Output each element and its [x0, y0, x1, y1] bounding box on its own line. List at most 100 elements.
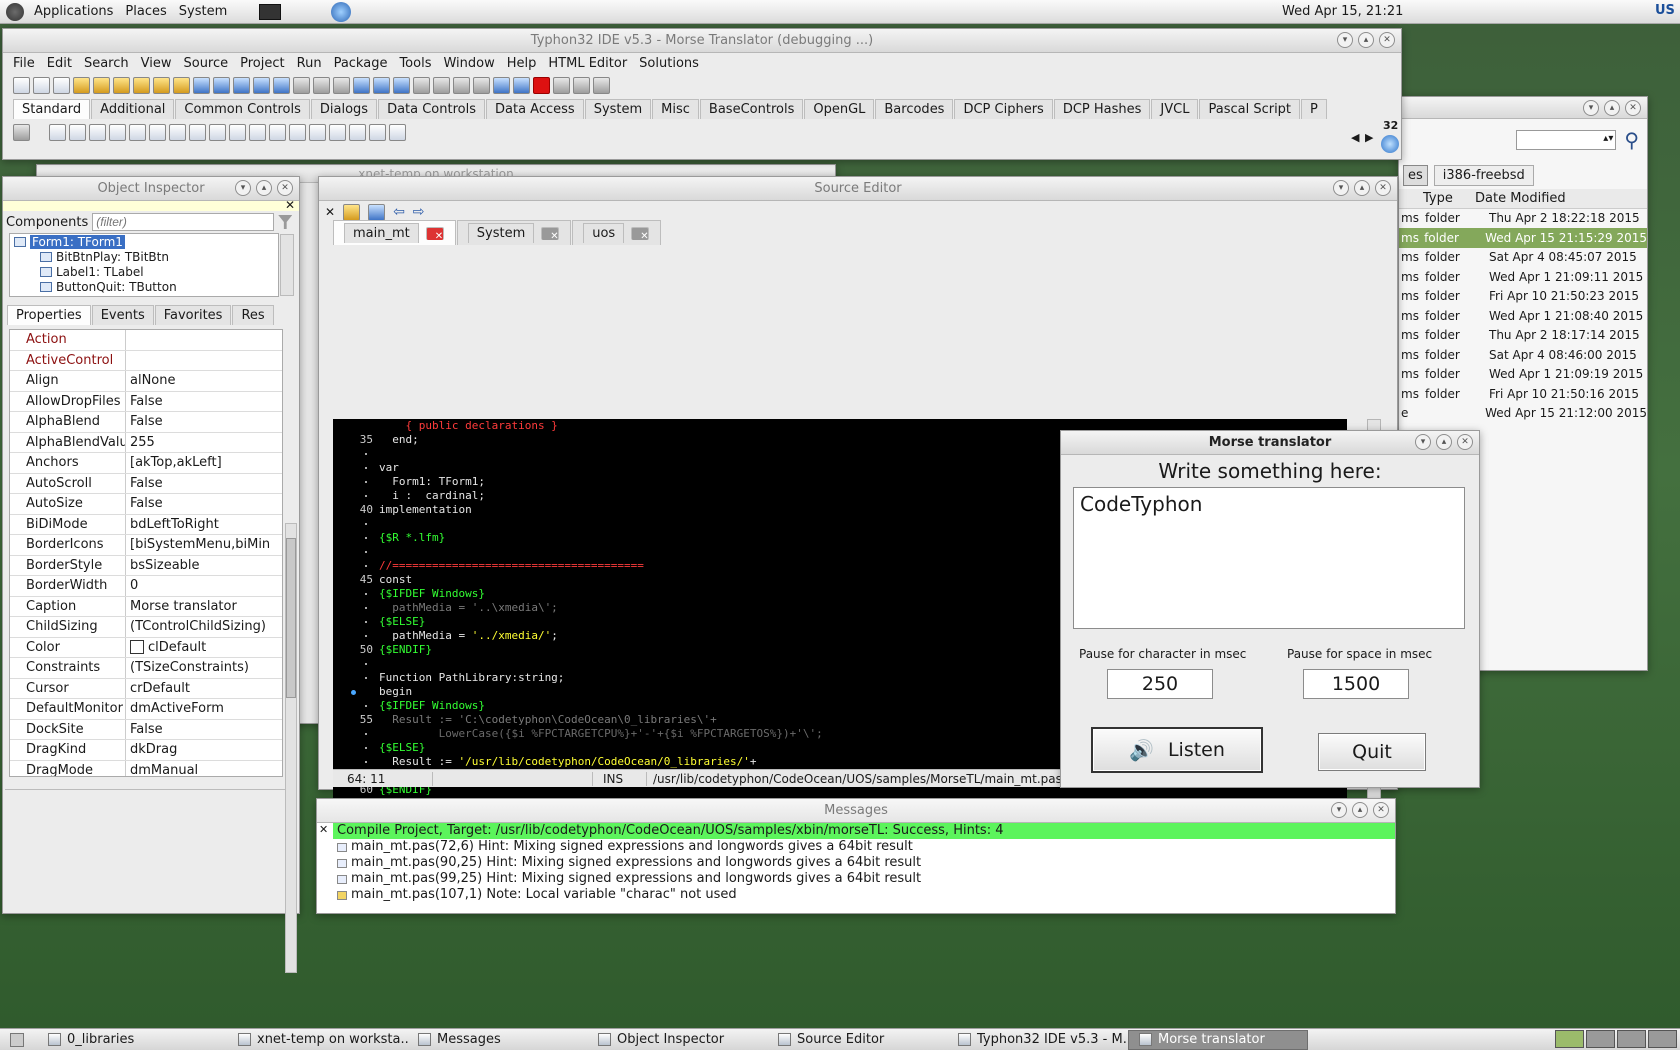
- tree-node[interactable]: Label1: TLabel: [10, 264, 278, 279]
- maximize-icon[interactable]: ▴: [1604, 100, 1620, 116]
- palette-scroll-right-icon[interactable]: ▶: [1365, 131, 1373, 144]
- message-line[interactable]: main_mt.pas(72,6) Hint: Mixing signed ex…: [333, 839, 1395, 855]
- file-row[interactable]: ms folder Thu Apr 2 18:17:14 2015: [1399, 326, 1647, 346]
- show-desktop-icon[interactable]: [10, 1032, 24, 1047]
- menu-file[interactable]: File: [7, 56, 41, 71]
- palette-scroll-left-icon[interactable]: ◀: [1351, 131, 1359, 144]
- menu-system[interactable]: System: [173, 4, 233, 19]
- menu-applications[interactable]: Applications: [28, 4, 119, 19]
- inspector-close-icon[interactable]: ✕: [285, 198, 295, 212]
- property-value[interactable]: False: [126, 394, 282, 409]
- inspector-tab-properties[interactable]: Properties: [7, 305, 91, 325]
- terminal-launcher-icon[interactable]: [259, 3, 282, 20]
- menu-solutions[interactable]: Solutions: [633, 56, 705, 71]
- step-over-icon[interactable]: [573, 76, 590, 94]
- property-value[interactable]: False: [126, 414, 282, 429]
- memo-icon[interactable]: [149, 123, 166, 141]
- property-grid-scrollbar[interactable]: [285, 523, 297, 973]
- property-value[interactable]: dkDrag: [126, 742, 282, 757]
- property-row[interactable]: Cursor crDefault: [10, 678, 282, 699]
- message-line[interactable]: Compile Project, Target: /usr/lib/codety…: [333, 823, 1395, 839]
- morse-text-area[interactable]: CodeTyphon: [1073, 487, 1465, 629]
- listen-button[interactable]: 🔊 Listen: [1091, 727, 1263, 773]
- property-value[interactable]: False: [126, 722, 282, 737]
- close-icon[interactable]: ✕: [1457, 434, 1473, 450]
- save-project-icon[interactable]: [173, 76, 190, 94]
- new-form-icon[interactable]: [33, 76, 50, 94]
- tab-close-icon[interactable]: ✕: [631, 226, 650, 242]
- toggle-form-icon[interactable]: [213, 76, 230, 94]
- frame-icon[interactable]: [369, 123, 386, 141]
- task-morse-translator[interactable]: Morse translator: [1128, 1029, 1308, 1050]
- source-editor-titlebar[interactable]: Source Editor ▾ ▴ ✕: [319, 177, 1397, 201]
- menu-edit[interactable]: Edit: [41, 56, 78, 71]
- close-icon[interactable]: ✕: [1625, 100, 1641, 116]
- property-value[interactable]: dmManual: [126, 763, 282, 776]
- editor-tab-main_mt[interactable]: main_mt ✕: [333, 220, 456, 245]
- edit-icon[interactable]: [129, 123, 146, 141]
- folder-open-icon[interactable]: [343, 203, 361, 221]
- maximize-icon[interactable]: ▴: [1354, 180, 1370, 196]
- menu-window[interactable]: Window: [437, 56, 500, 71]
- palette-tab-p[interactable]: P: [1301, 99, 1327, 119]
- task-source-editor[interactable]: Source Editor: [768, 1030, 948, 1050]
- palette-tab-system[interactable]: System: [584, 99, 652, 119]
- task-0-libraries[interactable]: 0_libraries: [38, 1030, 228, 1050]
- property-value[interactable]: (TControlChildSizing): [126, 619, 282, 634]
- inspector-tab-res[interactable]: Res: [232, 305, 274, 325]
- inspector-tab-events[interactable]: Events: [91, 305, 154, 325]
- maximize-icon[interactable]: ▴: [1436, 434, 1452, 450]
- file-row[interactable]: ms folder Sat Apr 4 08:46:00 2015: [1399, 345, 1647, 365]
- property-value[interactable]: bsSizeable: [126, 558, 282, 573]
- replace-icon[interactable]: [413, 76, 430, 94]
- palette-tab-opengl[interactable]: OpenGL: [804, 99, 875, 119]
- filter-funnel-icon[interactable]: [278, 215, 293, 229]
- file-row[interactable]: ms folder Thu Apr 2 18:22:18 2015: [1399, 209, 1647, 229]
- listbox-icon[interactable]: [229, 123, 246, 141]
- message-line[interactable]: main_mt.pas(99,25) Hint: Mixing signed e…: [333, 871, 1395, 887]
- step-into-icon[interactable]: [553, 76, 570, 94]
- combobox-icon[interactable]: [249, 123, 266, 141]
- palette-tab-misc[interactable]: Misc: [652, 99, 699, 119]
- property-value[interactable]: alNone: [126, 373, 282, 388]
- cut-icon[interactable]: [433, 76, 450, 94]
- toggle-box-icon[interactable]: [169, 123, 186, 141]
- property-value[interactable]: bdLeftToRight: [126, 517, 282, 532]
- view-forms-icon[interactable]: [253, 76, 270, 94]
- save-icon[interactable]: [93, 76, 110, 94]
- components-filter-input[interactable]: [92, 213, 275, 231]
- property-value[interactable]: False: [126, 496, 282, 511]
- menu-tools[interactable]: Tools: [393, 56, 437, 71]
- property-row[interactable]: DragMode dmManual: [10, 760, 282, 776]
- property-row[interactable]: BorderWidth 0: [10, 576, 282, 597]
- editor-tab-system[interactable]: System ✕: [456, 220, 572, 245]
- workspace-3[interactable]: [1617, 1030, 1646, 1048]
- close-icon[interactable]: ✕: [1379, 32, 1395, 48]
- step-out-icon[interactable]: [593, 76, 610, 94]
- menu-search[interactable]: Search: [78, 56, 135, 71]
- property-row[interactable]: DockSite False: [10, 719, 282, 740]
- typhon-launcher-icon[interactable]: [331, 1, 352, 22]
- property-value[interactable]: dmActiveForm: [126, 701, 282, 716]
- copy-icon[interactable]: [453, 76, 470, 94]
- menu-source[interactable]: Source: [177, 56, 234, 71]
- object-inspector-titlebar[interactable]: Object Inspector ▾ ▴ ✕: [3, 177, 299, 201]
- palette-tab-basecontrols[interactable]: BaseControls: [699, 99, 804, 119]
- install-icon[interactable]: [373, 76, 390, 94]
- open-icon[interactable]: [73, 76, 90, 94]
- radio-button-icon[interactable]: [209, 123, 226, 141]
- message-line[interactable]: main_mt.pas(107,1) Note: Local variable …: [333, 887, 1395, 903]
- tree-node[interactable]: BitBtnPlay: TBitBtn: [10, 249, 278, 264]
- property-row[interactable]: AutoScroll False: [10, 473, 282, 494]
- property-row[interactable]: AlphaBlendValue 255: [10, 432, 282, 453]
- new-file-icon[interactable]: [13, 76, 30, 94]
- property-row[interactable]: AlphaBlend False: [10, 412, 282, 433]
- workspace-4[interactable]: [1648, 1030, 1677, 1048]
- project-inspector-icon[interactable]: [193, 76, 210, 94]
- breakpoint-dot-icon[interactable]: [351, 690, 356, 695]
- property-row[interactable]: ActiveControl: [10, 350, 282, 371]
- property-row[interactable]: AllowDropFiles False: [10, 391, 282, 412]
- file-row[interactable]: ms folder Wed Apr 1 21:09:11 2015: [1399, 267, 1647, 287]
- tab-close-icon[interactable]: ✕: [425, 226, 444, 242]
- new-unit-icon[interactable]: [53, 76, 70, 94]
